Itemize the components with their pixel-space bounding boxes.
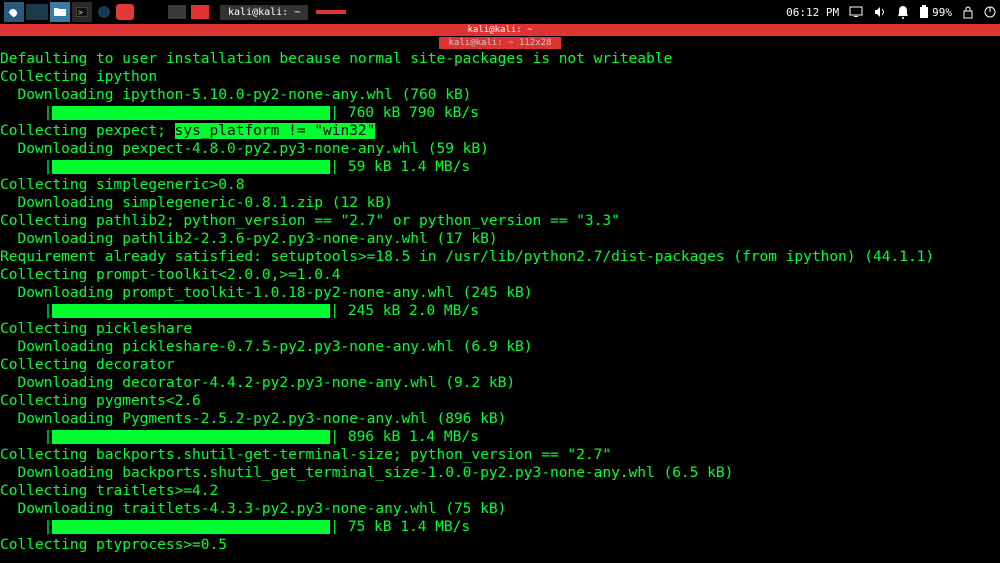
progress-bar [52, 106, 330, 120]
progress-line: || 760 kB 790 kB/s [0, 104, 1000, 122]
kali-tool-icon[interactable] [94, 2, 114, 22]
svg-text:>: > [78, 8, 83, 17]
tab-label: kali@kali: ~ 112x28 [449, 38, 552, 48]
app-menu-icon[interactable] [4, 2, 24, 22]
file-manager-icon[interactable] [50, 2, 70, 22]
terminal-line: Collecting pygments<2.6 [0, 392, 1000, 410]
progress-bar [52, 520, 330, 534]
terminal-line: Downloading pathlib2-2.3.6-py2.py3-none-… [0, 230, 1000, 248]
battery-percent: 99% [932, 6, 952, 19]
terminal-line: Collecting simplegeneric>0.8 [0, 176, 1000, 194]
progress-label: | 896 kB 1.4 MB/s [330, 429, 478, 445]
progress-line: || 59 kB 1.4 MB/s [0, 158, 1000, 176]
progress-bar [52, 160, 330, 174]
battery-icon[interactable]: 99% [919, 5, 952, 19]
terminal-line: Collecting pickleshare [0, 320, 1000, 338]
workspace-2[interactable] [191, 5, 209, 19]
terminal-line: Collecting decorator [0, 356, 1000, 374]
terminal-line: Downloading decorator-4.4.2-py2.py3-none… [0, 374, 1000, 392]
progress-label: | 59 kB 1.4 MB/s [330, 159, 470, 175]
taskbar: > kali@kali: ~ 06:12 PM 99% [0, 0, 1000, 24]
progress-bar [52, 304, 330, 318]
terminal-line: Downloading traitlets-4.3.3-py2.py3-none… [0, 500, 1000, 518]
terminal-line: Downloading backports.shutil_get_termina… [0, 464, 1000, 482]
display-icon[interactable] [849, 6, 863, 18]
taskbar-task-terminal[interactable]: kali@kali: ~ [220, 5, 308, 20]
window-title: kali@kali: ~ [467, 25, 532, 35]
task-label: kali@kali: ~ [228, 7, 300, 18]
progress-line: || 75 kB 1.4 MB/s [0, 518, 1000, 536]
terminal-line: Collecting ipython [0, 68, 1000, 86]
terminal-line: Requirement already satisfied: setuptool… [0, 248, 1000, 266]
terminal-line: Downloading Pygments-2.5.2-py2.py3-none-… [0, 410, 1000, 428]
terminal-line: Collecting pexpect; sys_platform != "win… [0, 122, 1000, 140]
terminal-line: Collecting backports.shutil-get-terminal… [0, 446, 1000, 464]
volume-icon[interactable] [873, 5, 887, 19]
terminal-line: Downloading prompt_toolkit-1.0.18-py2-no… [0, 284, 1000, 302]
progress-label: | 760 kB 790 kB/s [330, 105, 478, 121]
power-icon[interactable] [984, 6, 996, 18]
desktop1-icon[interactable] [26, 4, 48, 20]
terminal-line: Downloading simplegeneric-0.8.1.zip (12 … [0, 194, 1000, 212]
lock-icon[interactable] [962, 5, 974, 19]
taskbar-left: > kali@kali: ~ [4, 2, 346, 22]
progress-bar [52, 430, 330, 444]
workspace-1[interactable] [168, 5, 186, 19]
terminal-line: Collecting prompt-toolkit<2.0.0,>=1.0.4 [0, 266, 1000, 284]
terminal-line: Downloading pickleshare-0.7.5-py2.py3-no… [0, 338, 1000, 356]
terminal-window: kali@kali: ~ kali@kali: ~ 112x28 Default… [0, 24, 1000, 563]
terminal-output[interactable]: Defaulting to user installation because … [0, 50, 1000, 563]
terminal-tab[interactable]: kali@kali: ~ 112x28 [439, 37, 562, 49]
terminal-line: Downloading pexpect-4.8.0-py2.py3-none-a… [0, 140, 1000, 158]
progress-label: | 245 kB 2.0 MB/s [330, 303, 478, 319]
progress-line: || 245 kB 2.0 MB/s [0, 302, 1000, 320]
notification-icon[interactable] [897, 5, 909, 19]
taskbar-right: 06:12 PM 99% [786, 5, 996, 19]
terminal-line: Downloading ipython-5.10.0-py2-none-any.… [0, 86, 1000, 104]
clock[interactable]: 06:12 PM [786, 6, 839, 19]
terminal-launcher-icon[interactable]: > [72, 2, 92, 22]
terminal-line: Collecting traitlets>=4.2 [0, 482, 1000, 500]
progress-label: | 75 kB 1.4 MB/s [330, 519, 470, 535]
terminal-line: Collecting pathlib2; python_version == "… [0, 212, 1000, 230]
close-app-icon[interactable] [116, 4, 134, 20]
terminal-line: Collecting ptyprocess>=0.5 [0, 536, 1000, 554]
terminal-line: Defaulting to user installation because … [0, 50, 1000, 68]
progress-line: || 896 kB 1.4 MB/s [0, 428, 1000, 446]
terminal-tabbar: kali@kali: ~ 112x28 [0, 36, 1000, 50]
window-titlebar[interactable]: kali@kali: ~ [0, 24, 1000, 36]
taskbar-task-other[interactable] [316, 10, 346, 14]
